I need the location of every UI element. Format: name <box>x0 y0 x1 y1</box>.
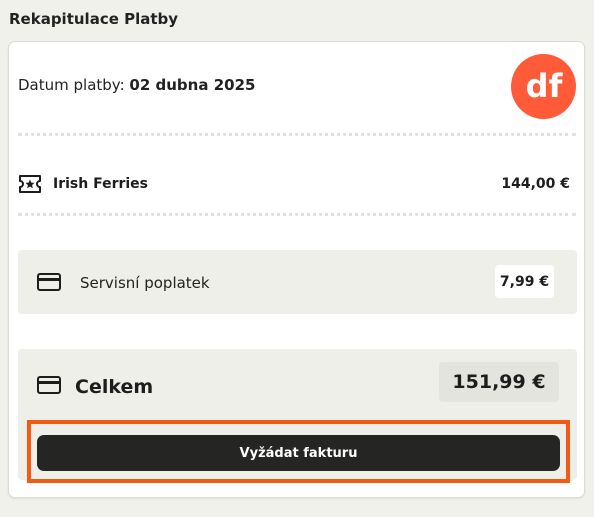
payment-date-value: 02 dubna 2025 <box>129 76 256 94</box>
payment-summary-card: Datum platby: 02 dubna 2025 df Irish Fer… <box>8 41 585 498</box>
service-fee-row: Servisní poplatek 7,99 € <box>18 250 577 314</box>
df-logo: df <box>511 54 576 119</box>
total-section: Celkem 151,99 € Vyžádat fakturu <box>18 349 577 483</box>
svg-text:df: df <box>525 69 563 105</box>
line-item: Irish Ferries 144,00 € <box>18 172 570 198</box>
request-invoice-button[interactable]: Vyžádat fakturu <box>37 435 560 471</box>
payment-date-label: Datum platby: <box>18 76 125 94</box>
credit-card-icon <box>37 273 61 291</box>
total-label: Celkem <box>75 376 154 398</box>
divider <box>18 133 576 136</box>
credit-card-icon <box>37 376 61 394</box>
ticket-star-icon <box>19 175 41 193</box>
service-fee-price: 7,99 € <box>495 265 554 298</box>
line-item-name: Irish Ferries <box>53 176 149 192</box>
line-item-price: 144,00 € <box>501 176 570 192</box>
df-logo-icon: df <box>525 69 563 105</box>
total-price: 151,99 € <box>439 362 559 402</box>
service-fee-label: Servisní poplatek <box>80 274 210 292</box>
page-title: Rekapitulace Platby <box>9 10 179 28</box>
divider <box>18 213 576 216</box>
payment-date: Datum platby: 02 dubna 2025 <box>18 76 255 94</box>
